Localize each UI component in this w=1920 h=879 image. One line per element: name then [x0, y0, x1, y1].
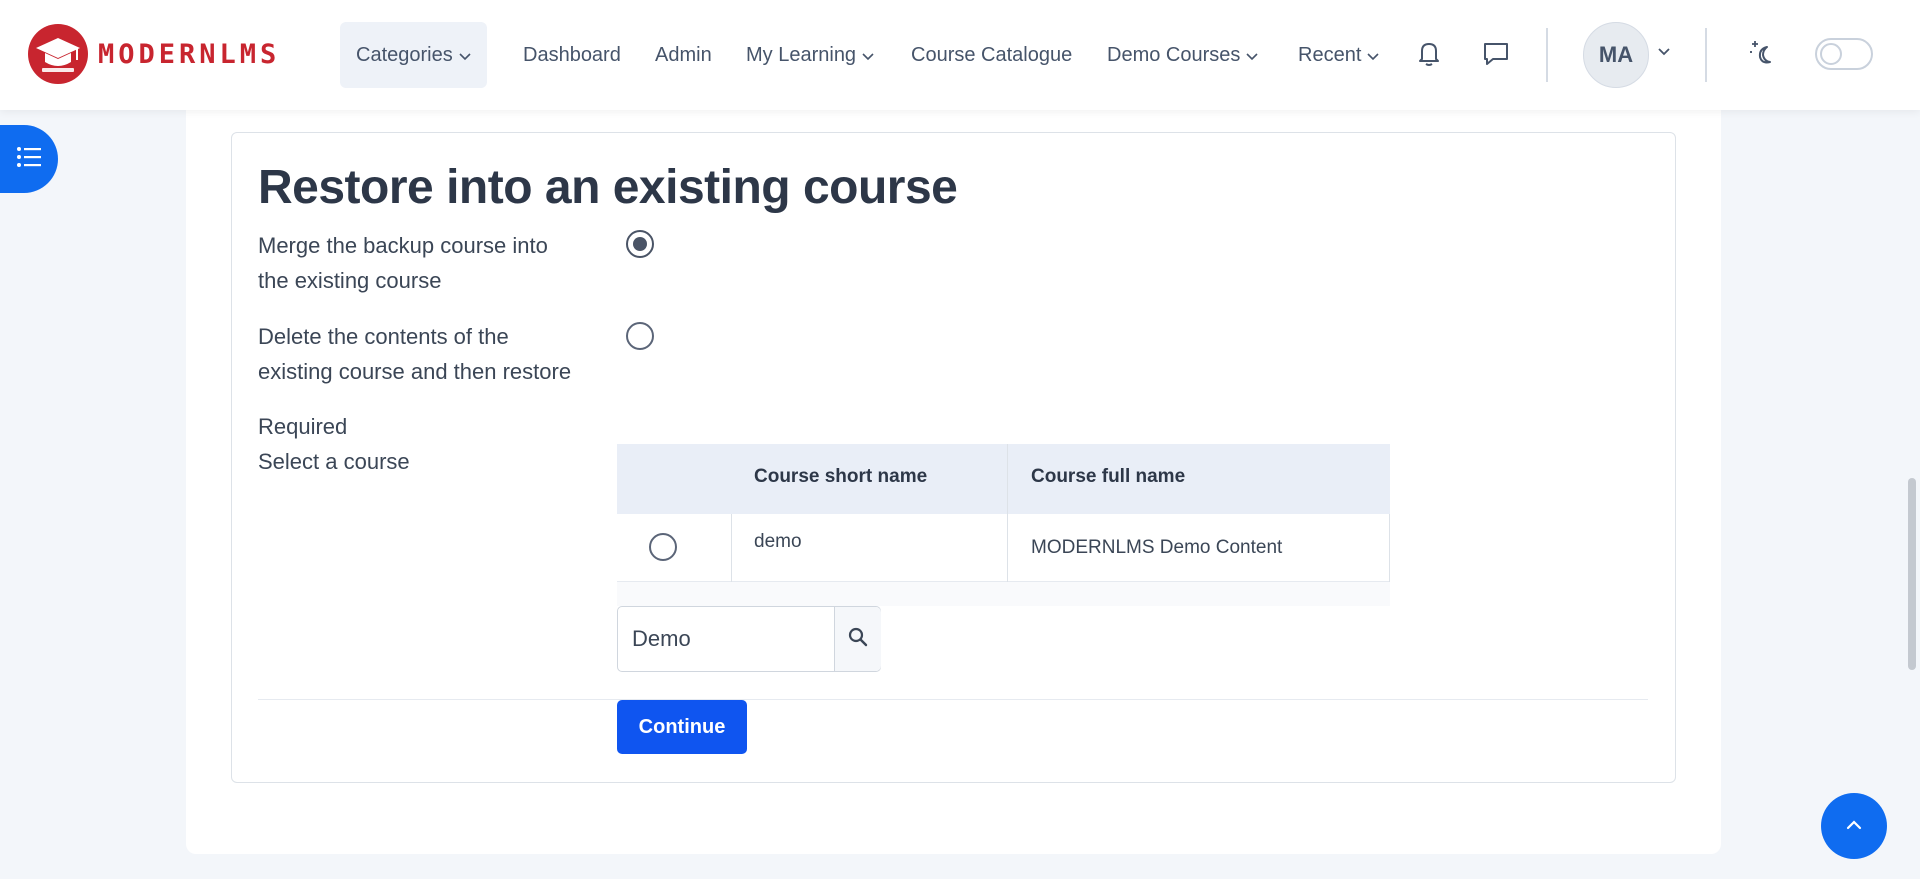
page-title: Restore into an existing course: [258, 161, 958, 214]
column-header-full-name: Course full name: [1031, 466, 1186, 487]
nav-recent-label: Recent: [1298, 43, 1362, 66]
nav-categories[interactable]: Categories: [340, 22, 487, 88]
moon-stars-icon[interactable]: [1747, 37, 1777, 67]
nav-my-learning[interactable]: My Learning: [746, 22, 874, 88]
chat-icon[interactable]: [1481, 38, 1511, 68]
avatar[interactable]: MA: [1583, 22, 1649, 88]
course-radio[interactable]: [649, 533, 677, 561]
required-label: Required: [258, 414, 348, 439]
theme-toggle[interactable]: [1815, 38, 1873, 70]
nav-my-learning-label: My Learning: [746, 43, 857, 66]
continue-button[interactable]: Continue: [617, 700, 747, 754]
cell-divider: [1389, 514, 1390, 582]
nav-dashboard[interactable]: Dashboard: [523, 22, 621, 88]
select-course-label: Required Select a course: [258, 409, 410, 479]
chevron-down-icon: [1367, 44, 1379, 67]
navbar-divider: [1546, 28, 1548, 82]
divider: [258, 699, 1648, 700]
search-icon: [848, 627, 868, 652]
merge-option-label: Merge the backup course into the existin…: [258, 228, 548, 298]
chevron-down-icon: [862, 44, 874, 67]
search-button[interactable]: [834, 607, 881, 671]
course-short-name: demo: [754, 531, 802, 552]
delete-option-label: Delete the contents of the existing cour…: [258, 319, 571, 389]
back-to-top-button[interactable]: [1821, 793, 1887, 859]
table-header: Course short name Course full name: [617, 444, 1390, 514]
toggle-knob: [1820, 43, 1842, 65]
nav-recent[interactable]: Recent: [1298, 22, 1379, 88]
cell-divider: [1007, 444, 1008, 582]
delete-option-line2: existing course and then restore: [258, 359, 572, 384]
nav-demo-courses-label: Demo Courses: [1107, 43, 1241, 66]
bell-icon[interactable]: [1414, 38, 1444, 68]
nav-categories-label: Categories: [356, 43, 453, 66]
course-search: [617, 606, 881, 672]
cell-divider: [731, 514, 732, 582]
nav-dashboard-label: Dashboard: [523, 43, 621, 66]
nav-admin-label: Admin: [655, 43, 712, 66]
chevron-down-icon: [1246, 44, 1258, 67]
site-logo[interactable]: MODERNLMS: [28, 24, 280, 84]
logo-text: MODERNLMS: [98, 38, 281, 70]
select-course-text: Select a course: [258, 449, 410, 474]
chevron-down-icon: [459, 44, 471, 67]
list-icon: [16, 146, 42, 173]
column-header-short-name: Course short name: [754, 466, 928, 487]
navbar-divider: [1705, 28, 1707, 82]
nav-demo-courses[interactable]: Demo Courses: [1107, 22, 1258, 88]
avatar-initials: MA: [1598, 42, 1634, 67]
graduation-cap-icon: [28, 24, 88, 84]
nav-course-catalogue-label: Course Catalogue: [911, 43, 1073, 66]
nav-admin[interactable]: Admin: [655, 22, 712, 88]
delete-option-line1: Delete the contents of the: [258, 324, 509, 349]
chevron-down-icon[interactable]: [1657, 44, 1687, 74]
course-table: Course short name Course full name demo …: [617, 444, 1390, 606]
navbar: MODERNLMS Categories Dashboard Admin My …: [0, 0, 1920, 110]
merge-option-line2: the existing course: [258, 268, 442, 293]
merge-option-line1: Merge the backup course into: [258, 233, 548, 258]
merge-radio[interactable]: [626, 230, 654, 258]
course-full-name: MODERNLMS Demo Content: [1031, 537, 1283, 558]
search-input[interactable]: [618, 607, 834, 671]
table-row[interactable]: demo MODERNLMS Demo Content: [617, 514, 1390, 582]
chevron-up-icon: [1846, 817, 1862, 835]
course-index-toggle[interactable]: [0, 125, 58, 193]
nav-course-catalogue[interactable]: Course Catalogue: [911, 22, 1072, 88]
scrollbar-thumb[interactable]: [1908, 478, 1916, 670]
delete-radio[interactable]: [626, 322, 654, 350]
